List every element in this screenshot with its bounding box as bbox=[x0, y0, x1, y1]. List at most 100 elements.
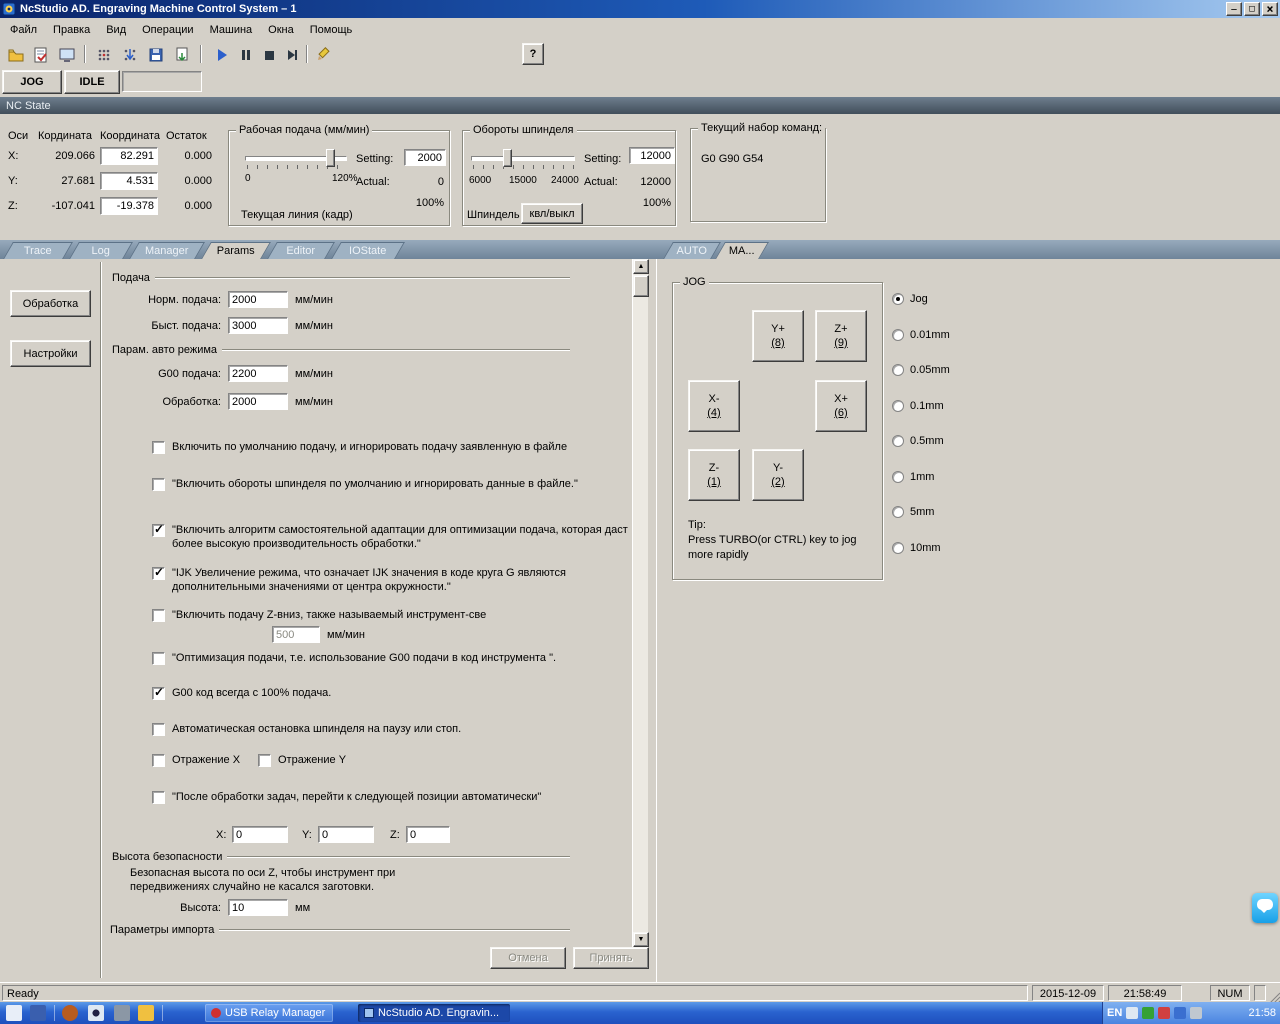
mirror-x-checkbox[interactable] bbox=[152, 754, 165, 767]
scroll-down-button[interactable] bbox=[633, 932, 649, 947]
open-file-button[interactable] bbox=[4, 43, 27, 66]
quicklaunch-icon-1[interactable] bbox=[6, 1005, 22, 1021]
tab-params[interactable]: Params bbox=[201, 242, 271, 259]
spindle-toggle-button[interactable]: квл/выкл bbox=[521, 203, 583, 224]
jog-x-minus-button[interactable]: X- (4) bbox=[688, 380, 740, 432]
step-005-option[interactable]: 0.05mm bbox=[892, 364, 950, 376]
safe-height-input[interactable]: 10 bbox=[228, 899, 288, 916]
tray-speaker-icon[interactable] bbox=[1190, 1007, 1203, 1019]
apply-button[interactable]: Принять bbox=[573, 947, 649, 969]
menu-operations[interactable]: Операции bbox=[134, 21, 201, 39]
settings-category-button[interactable]: Настройки bbox=[10, 340, 91, 367]
step-05-radio[interactable] bbox=[892, 435, 904, 447]
quicklaunch-icon-3[interactable] bbox=[62, 1005, 78, 1021]
tab-trace[interactable]: Trace bbox=[3, 242, 73, 259]
tab-iostate[interactable]: IOState bbox=[331, 242, 405, 259]
tab-manual[interactable]: MA... bbox=[715, 242, 769, 259]
menu-edit[interactable]: Правка bbox=[45, 21, 98, 39]
tab-log[interactable]: Log bbox=[69, 242, 133, 259]
tab-manager[interactable]: Manager bbox=[129, 242, 205, 259]
tab-editor[interactable]: Editor bbox=[267, 242, 335, 259]
spindle-autostop-checkbox[interactable] bbox=[152, 723, 165, 736]
tray-icon-red[interactable] bbox=[1158, 1007, 1171, 1019]
processing-feed-input[interactable]: 2000 bbox=[228, 393, 288, 410]
rapid-feed-input[interactable]: 3000 bbox=[228, 317, 288, 334]
spindle-slider-track[interactable] bbox=[471, 156, 575, 161]
normal-feed-input[interactable]: 2000 bbox=[228, 291, 288, 308]
jog-z-minus-button[interactable]: Z- (1) bbox=[688, 449, 740, 501]
help-button[interactable]: ? bbox=[522, 43, 544, 65]
menu-windows[interactable]: Окна bbox=[260, 21, 302, 39]
jog-y-plus-button[interactable]: Y+ (8) bbox=[752, 310, 804, 362]
set-workpiece-origin-button[interactable] bbox=[92, 43, 115, 66]
step-001-option[interactable]: 0.01mm bbox=[892, 329, 950, 341]
processing-category-button[interactable]: Обработка bbox=[10, 290, 91, 317]
step-1-radio[interactable] bbox=[892, 471, 904, 483]
start-button[interactable] bbox=[210, 43, 233, 66]
quicklaunch-icon-6[interactable] bbox=[138, 1005, 154, 1021]
trace-view-button[interactable] bbox=[55, 43, 78, 66]
close-button[interactable] bbox=[1262, 2, 1278, 16]
step-jog-radio[interactable] bbox=[892, 293, 904, 305]
back-to-origin-button[interactable] bbox=[118, 43, 141, 66]
stop-button[interactable] bbox=[257, 43, 280, 66]
feed-slider-thumb[interactable] bbox=[326, 149, 335, 167]
z-work-coord[interactable]: -19.378 bbox=[100, 197, 158, 215]
step-01-option[interactable]: 0.1mm bbox=[892, 400, 944, 412]
step-1-option[interactable]: 1mm bbox=[892, 471, 934, 483]
edit-command-button[interactable] bbox=[311, 43, 334, 66]
save-origin-button[interactable] bbox=[144, 43, 167, 66]
notification-bubble-icon[interactable] bbox=[1252, 893, 1278, 923]
step-jog-option[interactable]: Jog bbox=[892, 293, 928, 305]
jog-y-minus-button[interactable]: Y- (2) bbox=[752, 449, 804, 501]
minimize-button[interactable] bbox=[1226, 2, 1242, 16]
step-10-radio[interactable] bbox=[892, 542, 904, 554]
next-position-checkbox[interactable] bbox=[152, 791, 165, 804]
step-5-option[interactable]: 5mm bbox=[892, 506, 934, 518]
cancel-button[interactable]: Отмена bbox=[490, 947, 566, 969]
load-origin-button[interactable] bbox=[170, 43, 193, 66]
step-005-radio[interactable] bbox=[892, 364, 904, 376]
menu-view[interactable]: Вид bbox=[98, 21, 134, 39]
jog-z-plus-button[interactable]: Z+ (9) bbox=[815, 310, 867, 362]
simulate-button[interactable] bbox=[29, 43, 52, 66]
task-ncstudio[interactable]: NcStudio AD. Engravin... bbox=[358, 1004, 510, 1022]
params-scrollbar[interactable] bbox=[632, 259, 649, 947]
feed-setting-input[interactable]: 2000 bbox=[404, 149, 446, 166]
adaptive-algorithm-checkbox[interactable] bbox=[152, 522, 165, 537]
language-indicator[interactable]: EN bbox=[1107, 1007, 1122, 1019]
menu-machine[interactable]: Машина bbox=[202, 21, 261, 39]
zdown-feed-checkbox[interactable] bbox=[152, 609, 165, 622]
step-05-option[interactable]: 0.5mm bbox=[892, 435, 944, 447]
quicklaunch-icon-5[interactable] bbox=[114, 1005, 130, 1021]
scrollbar-thumb[interactable] bbox=[633, 275, 649, 297]
step-001-radio[interactable] bbox=[892, 329, 904, 341]
default-feed-checkbox[interactable] bbox=[152, 441, 165, 454]
step-01-radio[interactable] bbox=[892, 400, 904, 412]
tray-icon-blue[interactable] bbox=[1174, 1007, 1187, 1019]
step-5-radio[interactable] bbox=[892, 506, 904, 518]
jog-x-plus-button[interactable]: X+ (6) bbox=[815, 380, 867, 432]
jog-mode-button[interactable]: JOG bbox=[2, 70, 62, 94]
tray-keyboard-icon[interactable] bbox=[1126, 1007, 1139, 1019]
ijk-increment-checkbox[interactable] bbox=[152, 565, 165, 580]
idle-mode-button[interactable]: IDLE bbox=[64, 70, 120, 94]
spindle-slider-thumb[interactable] bbox=[503, 149, 512, 167]
quicklaunch-icon-2[interactable] bbox=[30, 1005, 46, 1021]
next-y-input[interactable]: 0 bbox=[318, 826, 374, 843]
taskbar-clock[interactable]: 21:58 bbox=[1248, 1007, 1276, 1019]
next-z-input[interactable]: 0 bbox=[406, 826, 450, 843]
mirror-y-checkbox[interactable] bbox=[258, 754, 271, 767]
menu-file[interactable]: Файл bbox=[2, 21, 45, 39]
pause-button[interactable] bbox=[234, 43, 257, 66]
g00-full-feed-checkbox[interactable] bbox=[152, 685, 165, 700]
scroll-up-button[interactable] bbox=[633, 259, 649, 274]
quicklaunch-icon-4[interactable] bbox=[88, 1005, 104, 1021]
task-usb-relay-manager[interactable]: USB Relay Manager bbox=[205, 1004, 333, 1022]
maximize-button[interactable] bbox=[1244, 2, 1260, 16]
default-spindle-checkbox[interactable] bbox=[152, 478, 165, 491]
spindle-setting-input[interactable]: 12000 bbox=[629, 147, 675, 164]
tab-auto[interactable]: AUTO bbox=[663, 242, 721, 259]
x-work-coord[interactable]: 82.291 bbox=[100, 147, 158, 165]
step-button[interactable] bbox=[280, 43, 303, 66]
